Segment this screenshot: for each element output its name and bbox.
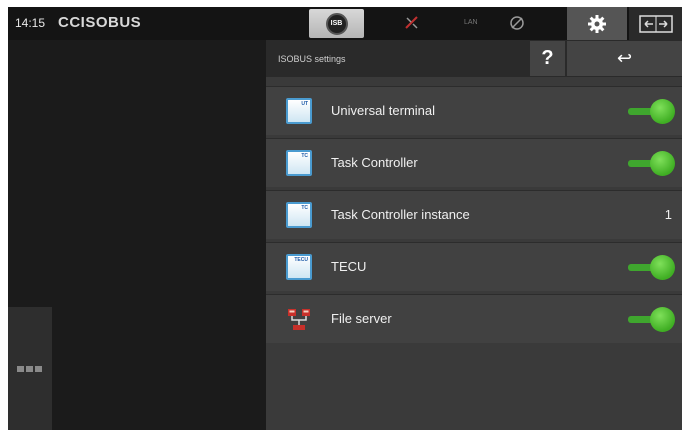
setting-row-file-server[interactable]: File server	[266, 294, 682, 343]
isb-button[interactable]: ISB	[309, 9, 364, 38]
setting-row-task-controller[interactable]: TC Task Controller	[266, 138, 682, 187]
task-controller-icon: TC	[286, 150, 312, 176]
setting-label: Universal terminal	[331, 103, 436, 118]
terminal-screen: 14:15 CCISOBUS ISB LAN ISOBUS settings ?…	[8, 7, 682, 430]
back-button[interactable]: ↩	[567, 41, 682, 76]
universal-terminal-toggle[interactable]	[628, 99, 676, 124]
brand-logo: CCISOBUS	[58, 14, 142, 31]
swap-screens-button[interactable]	[629, 7, 682, 40]
tecu-icon: TECU	[286, 254, 312, 280]
gps-off-icon	[509, 15, 525, 36]
swap-icon	[638, 14, 673, 33]
status-bar: 14:15 CCISOBUS ISB LAN	[8, 7, 682, 40]
lan-indicator: LAN	[464, 19, 478, 26]
universal-terminal-icon: UT	[286, 98, 312, 124]
task-controller-toggle[interactable]	[628, 151, 676, 176]
panel-header: ISOBUS settings ? ↩	[266, 40, 682, 77]
file-server-icon	[288, 309, 310, 330]
setting-label: File server	[331, 311, 392, 326]
isobus-settings-panel: ISOBUS settings ? ↩ UT Universal termina…	[266, 40, 682, 430]
help-button[interactable]: ?	[530, 41, 565, 76]
setting-row-universal-terminal[interactable]: UT Universal terminal	[266, 86, 682, 135]
page-title: ISOBUS settings	[278, 54, 346, 64]
no-connection-icon	[404, 15, 420, 36]
settings-button[interactable]	[567, 7, 627, 40]
setting-row-task-controller-instance[interactable]: TC Task Controller instance 1	[266, 190, 682, 239]
setting-label: TECU	[331, 259, 367, 274]
task-controller-instance-icon: TC	[286, 202, 312, 228]
minimized-apps-tab[interactable]	[8, 307, 52, 430]
file-server-toggle[interactable]	[628, 307, 676, 332]
setting-label: Task Controller	[331, 155, 418, 170]
isb-icon: ISB	[325, 12, 348, 35]
tecu-toggle[interactable]	[628, 255, 676, 280]
more-icon	[17, 366, 42, 372]
clock: 14:15	[15, 16, 46, 30]
instance-value: 1	[664, 207, 672, 222]
setting-label: Task Controller instance	[331, 207, 470, 222]
setting-row-tecu[interactable]: TECU TECU	[266, 242, 682, 291]
gear-icon	[588, 14, 606, 33]
